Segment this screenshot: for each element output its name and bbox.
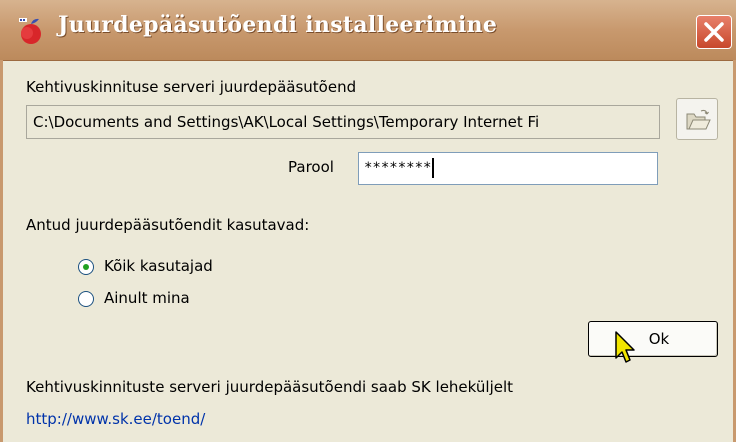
password-field[interactable]: ********	[358, 152, 658, 185]
mouse-pointer-icon	[615, 331, 635, 363]
radio-button[interactable]	[78, 291, 94, 307]
radio-button[interactable]	[78, 259, 94, 275]
password-value: ********	[364, 160, 432, 176]
browse-button[interactable]	[676, 98, 718, 140]
radio-only-me-label: Ainult mina	[104, 289, 190, 307]
red-apple-icon	[19, 18, 41, 44]
title-bar[interactable]: Juurdepääsutõendi installeerimine	[0, 0, 736, 61]
installer-dialog: Juurdepääsutõendi installeerimine Kehtiv…	[0, 0, 736, 442]
close-x-icon	[704, 22, 724, 42]
radio-selected-dot	[83, 264, 89, 270]
users-label: Antud juurdepääsutõendit kasutavad:	[26, 216, 310, 234]
text-caret	[432, 158, 435, 178]
footer-link[interactable]: http://www.sk.ee/toend/	[26, 410, 205, 428]
radio-all-users-label: Kõik kasutajad	[104, 257, 213, 275]
open-folder-icon	[686, 109, 711, 130]
ok-button[interactable]: Ok	[588, 321, 718, 357]
close-button[interactable]	[696, 15, 732, 49]
ok-button-label: Ok	[648, 330, 670, 348]
window-border-left	[0, 60, 3, 442]
certificate-label: Kehtivuskinnituse serveri juurdepääsutõe…	[26, 78, 357, 96]
footer-info-text: Kehtivuskinnituste serveri juurdepääsutõ…	[26, 378, 514, 396]
certificate-path-field[interactable]: C:\Documents and Settings\AK\Local Setti…	[26, 105, 660, 139]
password-label: Parool	[288, 158, 334, 176]
window-title: Juurdepääsutõendi installeerimine	[58, 12, 498, 38]
